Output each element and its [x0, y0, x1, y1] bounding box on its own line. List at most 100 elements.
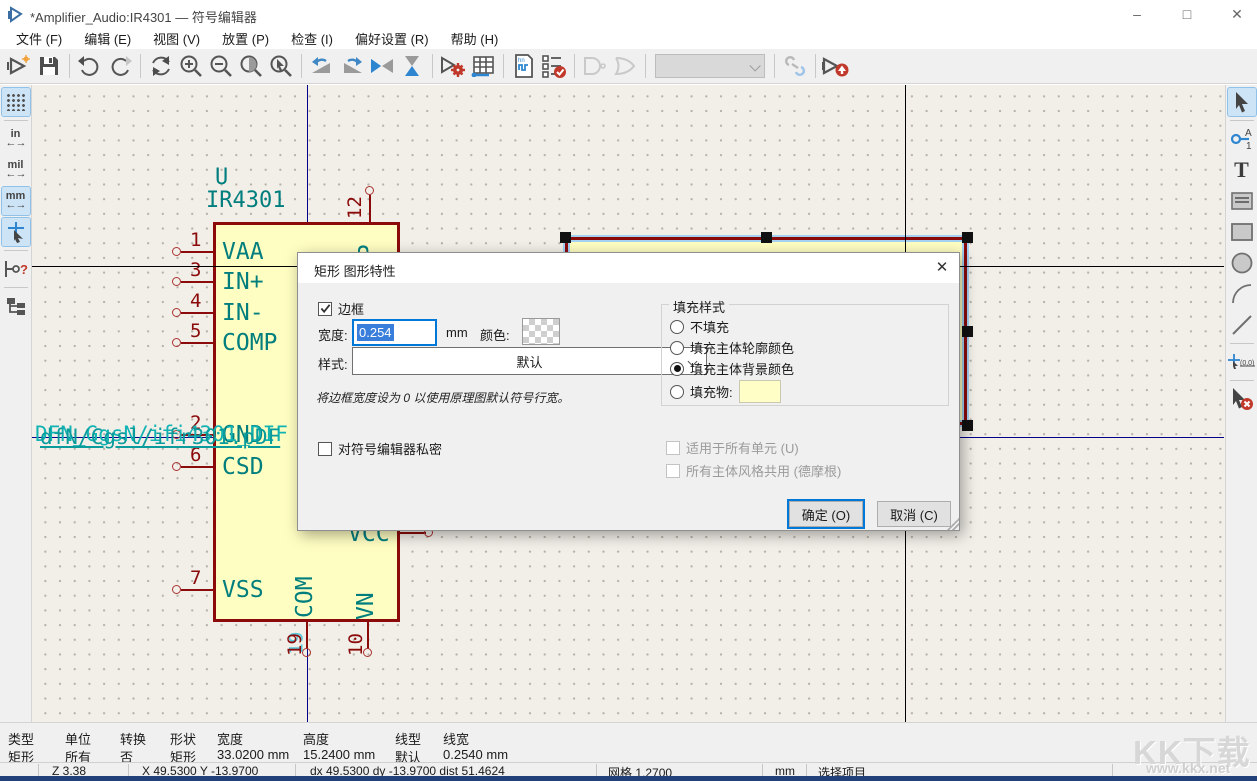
zoom-out-button[interactable] [206, 51, 236, 81]
zoom-selection-button[interactable] [266, 51, 296, 81]
fill-color-swatch[interactable] [739, 380, 781, 403]
pin-circle[interactable] [172, 247, 181, 256]
sync-pins-button[interactable] [780, 51, 810, 81]
pin-line[interactable] [181, 342, 213, 344]
pin-table-button[interactable] [468, 51, 498, 81]
textbox-tool-button[interactable] [1228, 187, 1256, 215]
menu-view[interactable]: 视图 (V) [143, 27, 210, 50]
mirror-vertical-button[interactable] [367, 51, 397, 81]
fill-outline-color-radio[interactable] [670, 341, 684, 355]
mirror-horizontal-button[interactable] [397, 51, 427, 81]
dialog-close-icon[interactable]: ✕ [929, 258, 955, 278]
symbol-properties-button[interactable] [438, 51, 468, 81]
border-checkbox[interactable] [318, 302, 332, 316]
pin-tool-button[interactable]: A1 [1228, 125, 1256, 153]
pin-line[interactable] [181, 281, 213, 283]
redo-button[interactable] [105, 51, 135, 81]
menu-file[interactable]: 文件 (F) [6, 27, 72, 50]
maximize-button[interactable]: □ [1172, 4, 1202, 24]
private-checkbox-row[interactable]: 对符号编辑器私密 [318, 439, 442, 458]
style-dropdown[interactable]: 默认 [352, 347, 707, 375]
pin-circle[interactable] [365, 186, 374, 195]
library-tree-toggle-button[interactable] [2, 292, 30, 320]
units-mm-button[interactable]: mm←→ [2, 187, 30, 215]
fill-background-color-radio-row[interactable]: 填充主体背景颜色 [670, 359, 794, 378]
pin-circle[interactable] [172, 338, 181, 347]
new-symbol-button[interactable] [4, 51, 34, 81]
symbol-designator[interactable]: U [215, 165, 228, 190]
resize-handle[interactable] [962, 326, 973, 337]
fill-background-color-radio[interactable] [670, 362, 684, 376]
overlapping-field-text[interactable]: dfN/Cgsl/ifr301.pDF [40, 425, 280, 449]
pin-circle[interactable] [172, 585, 181, 594]
refresh-view-button[interactable] [146, 51, 176, 81]
dialog-title-bar[interactable]: 矩形 图形特性 ✕ [298, 253, 959, 283]
line-tool-button[interactable] [1228, 311, 1256, 339]
private-checkbox[interactable] [318, 442, 332, 456]
erc-check-button[interactable] [539, 51, 569, 81]
anchor-tool-button[interactable]: (0,0) [1228, 348, 1256, 376]
cancel-button[interactable]: 取消 (C) [877, 501, 951, 527]
dialog-resize-grip[interactable] [947, 518, 959, 530]
fill-custom-radio[interactable] [670, 385, 684, 399]
resize-handle[interactable] [761, 232, 772, 243]
arc-tool-button[interactable] [1228, 280, 1256, 308]
select-tool-button[interactable] [1228, 88, 1256, 116]
menu-help[interactable]: 帮助 (H) [441, 27, 509, 50]
units-mils-button[interactable]: mil←→ [2, 156, 30, 184]
pin-name: IN- [222, 300, 264, 326]
width-input[interactable]: 0.254 [352, 319, 437, 346]
fill-custom-radio-row[interactable]: 填充物: [670, 380, 781, 403]
ok-button[interactable]: 确定 (O) [789, 501, 863, 527]
demorgan-alternate-button[interactable] [610, 51, 640, 81]
pin-circle[interactable] [172, 308, 181, 317]
fill-outline-color-radio-row[interactable]: 填充主体轮廓颜色 [670, 338, 794, 357]
common-body-styles-row: 所有主体风格共用 (德摩根) [666, 461, 841, 480]
pin-electrical-type-button[interactable]: ? [2, 255, 30, 283]
demorgan-standard-button[interactable] [580, 51, 610, 81]
minimize-button[interactable]: – [1122, 4, 1152, 24]
border-checkbox-row[interactable]: 边框 [318, 299, 364, 318]
circle-tool-button[interactable] [1228, 249, 1256, 277]
rectangle-tool-button[interactable] [1228, 218, 1256, 246]
menu-preferences[interactable]: 偏好设置 (R) [345, 27, 439, 50]
fill-none-radio-row[interactable]: 不填充 [670, 317, 729, 336]
pin-line[interactable] [400, 532, 426, 534]
text-tool-button[interactable]: T [1228, 156, 1256, 184]
close-button[interactable]: ✕ [1222, 4, 1252, 24]
pin-line[interactable] [367, 622, 369, 649]
pin-circle[interactable] [172, 277, 181, 286]
pin-line[interactable] [369, 195, 371, 222]
units-inches-button[interactable]: in←→ [2, 125, 30, 153]
unit-select-dropdown[interactable] [655, 54, 765, 78]
pin-line[interactable] [181, 312, 213, 314]
pin-line[interactable] [306, 622, 308, 649]
style-label: 样式: [318, 354, 348, 373]
resize-handle[interactable] [560, 232, 571, 243]
zoom-in-button[interactable] [176, 51, 206, 81]
zoom-fit-button[interactable] [236, 51, 266, 81]
export-symbol-button[interactable] [821, 51, 851, 81]
datasheet-button[interactable]: hn [509, 51, 539, 81]
pin-line[interactable] [181, 589, 213, 591]
fill-none-radio[interactable] [670, 320, 684, 334]
menu-edit[interactable]: 编辑 (E) [74, 27, 141, 50]
menu-place[interactable]: 放置 (P) [212, 27, 279, 50]
grid-toggle-button[interactable] [2, 88, 30, 116]
pin-line[interactable] [181, 251, 213, 253]
rotate-cw-button[interactable] [337, 51, 367, 81]
pin-line[interactable] [181, 466, 213, 468]
resize-handle[interactable] [962, 420, 973, 431]
border-color-swatch[interactable] [522, 318, 560, 345]
pin-circle[interactable] [172, 462, 181, 471]
resize-handle[interactable] [962, 232, 973, 243]
delete-tool-button[interactable] [1228, 385, 1256, 413]
save-button[interactable] [34, 51, 64, 81]
status-bar: Z 3.38 X 49.5300 Y -13.9700 dx 49.5300 d… [0, 762, 1257, 776]
symbol-value[interactable]: IR4301 [206, 188, 285, 213]
rotate-ccw-button[interactable] [307, 51, 337, 81]
info-value: 0.2540 mm [443, 747, 508, 762]
menu-inspect[interactable]: 检查 (I) [281, 27, 343, 50]
undo-button[interactable] [75, 51, 105, 81]
crosshair-cursor-button[interactable] [2, 218, 30, 246]
